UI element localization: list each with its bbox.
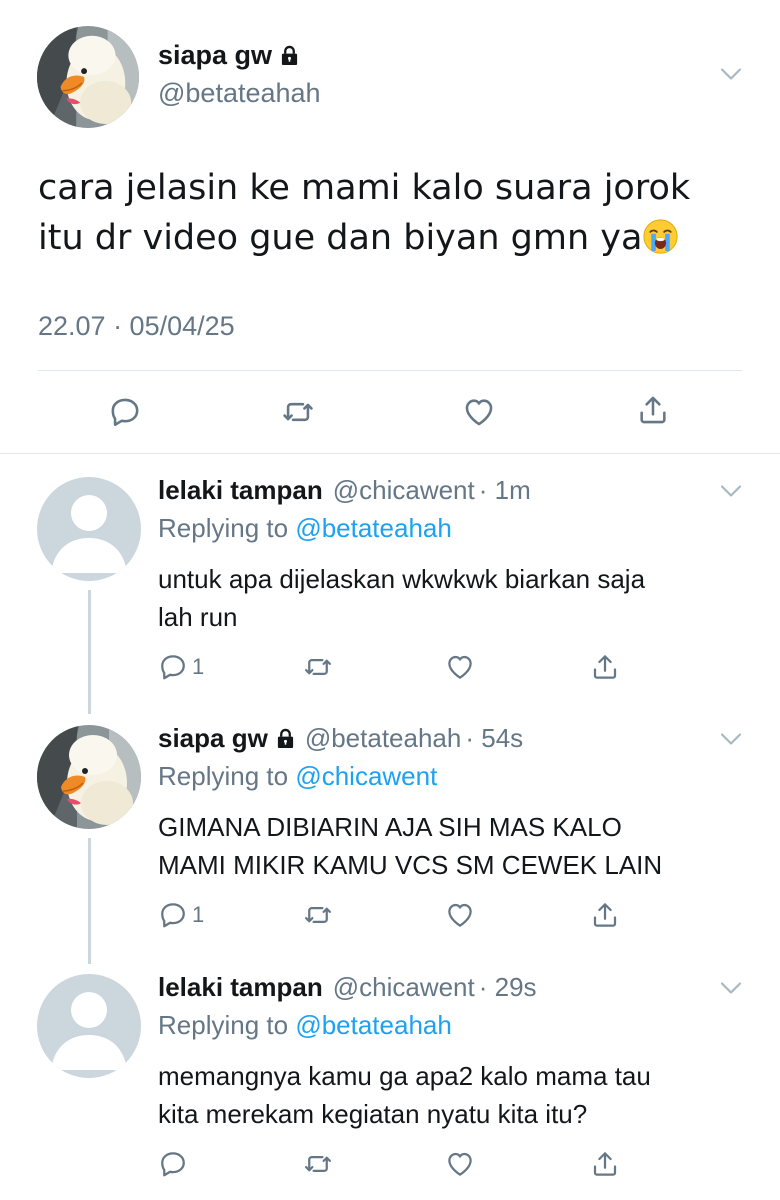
reply-text-line-1: untuk apa dijelaskan wkwkwk biarkan saja	[158, 564, 646, 594]
retweet-action[interactable]	[302, 1149, 334, 1179]
chevron-down-icon[interactable]	[720, 484, 742, 498]
lock-icon	[276, 728, 295, 749]
reply-count: 1	[192, 654, 205, 679]
lock-icon	[280, 45, 299, 66]
retweet-icon[interactable]	[302, 1149, 334, 1179]
reply-icon[interactable]	[158, 900, 188, 930]
action-bar: 1	[158, 900, 628, 932]
action-bar: 1	[158, 652, 628, 684]
like-icon[interactable]	[445, 1149, 475, 1179]
avatar[interactable]	[37, 26, 139, 128]
replying-to: Replying to @betateahah	[158, 1010, 452, 1041]
retweet-icon[interactable]	[302, 900, 334, 930]
replying-to: Replying to @chicawent	[158, 761, 437, 792]
share-action[interactable]	[590, 900, 620, 930]
mention-link[interactable]: @chicawent	[295, 761, 437, 791]
handle[interactable]: @chicawent	[333, 475, 475, 506]
divider	[0, 453, 780, 454]
tweet-text-line-2: itu dr video gue dan biyan gmn ya	[38, 218, 643, 258]
replying-to-label: Replying to	[158, 761, 289, 791]
chevron-down-icon[interactable]	[720, 67, 742, 81]
reply-header: lelaki tampan @chicawent · 1m	[158, 475, 531, 506]
thread-connector	[88, 838, 91, 964]
reply-icon[interactable]	[158, 652, 188, 682]
reply-action[interactable]: 1	[158, 900, 204, 930]
default-avatar-icon	[37, 974, 141, 1078]
reply-text-line-1: GIMANA DIBIARIN AJA SIH MAS KALO	[158, 812, 622, 842]
handle[interactable]: @betateahah	[305, 723, 462, 754]
retweet-icon[interactable]	[302, 652, 334, 682]
handle[interactable]: @chicawent	[333, 972, 475, 1003]
display-name[interactable]: siapa gw	[158, 723, 268, 754]
chevron-down-icon[interactable]	[720, 981, 742, 995]
action-bar	[158, 1149, 628, 1181]
duck-avatar-image	[37, 26, 139, 128]
share-action[interactable]	[590, 1149, 620, 1179]
like-action[interactable]	[445, 652, 475, 682]
avatar[interactable]	[37, 477, 141, 581]
like-action[interactable]	[445, 1149, 475, 1179]
share-icon[interactable]	[590, 652, 620, 682]
replying-to-label: Replying to	[158, 1010, 289, 1040]
mention-link[interactable]: @betateahah	[295, 513, 452, 543]
like-icon[interactable]	[445, 652, 475, 682]
replying-to: Replying to @betateahah	[158, 513, 452, 544]
loudly-crying-face-emoji-icon	[642, 218, 679, 255]
default-avatar-icon	[37, 477, 141, 581]
relative-time[interactable]: · 54s	[465, 723, 523, 754]
author-name[interactable]: siapa gw	[158, 40, 299, 71]
author-handle[interactable]: @betateahah	[158, 78, 321, 109]
reply-text: untuk apa dijelaskan wkwkwk biarkan saja…	[158, 560, 748, 636]
display-name[interactable]: lelaki tampan	[158, 475, 323, 506]
share-action[interactable]	[590, 652, 620, 682]
reply-text-line-2: lah run	[158, 602, 238, 632]
reply-header: siapa gw @betateahah · 54s	[158, 723, 523, 754]
reply-text: GIMANA DIBIARIN AJA SIH MAS KALO MAMI MI…	[158, 808, 748, 884]
like-icon[interactable]	[445, 900, 475, 930]
replying-to-label: Replying to	[158, 513, 289, 543]
share-icon[interactable]	[636, 393, 670, 427]
duck-avatar-image	[37, 725, 141, 829]
divider	[38, 370, 742, 371]
chevron-down-icon[interactable]	[720, 732, 742, 746]
reply-icon[interactable]	[158, 1149, 188, 1179]
reply-icon[interactable]	[108, 395, 142, 429]
relative-time[interactable]: · 1m	[479, 475, 531, 506]
tweet-text-line-1: cara jelasin ke mami kalo suara jorok	[38, 168, 691, 208]
reply-header: lelaki tampan @chicawent · 29s	[158, 972, 537, 1003]
reply-text: memangnya kamu ga apa2 kalo mama tau kit…	[158, 1057, 748, 1133]
retweet-action[interactable]	[302, 652, 334, 682]
reply-text-line-2: kita merekam kegiatan nyatu kita itu?	[158, 1099, 588, 1129]
display-name[interactable]: lelaki tampan	[158, 972, 323, 1003]
reply-text-line-1: memangnya kamu ga apa2 kalo mama tau	[158, 1061, 651, 1091]
mention-link[interactable]: @betateahah	[295, 1010, 452, 1040]
thread-connector	[88, 590, 91, 714]
tweet-text: cara jelasin ke mami kalo suara jorok it…	[38, 163, 738, 263]
tweet-timestamp[interactable]: 22.07 · 05/04/25	[38, 311, 235, 342]
like-icon[interactable]	[462, 395, 496, 429]
relative-time[interactable]: · 29s	[479, 972, 537, 1003]
retweet-icon[interactable]	[281, 395, 315, 429]
reply-action[interactable]: 1	[158, 652, 204, 682]
share-icon[interactable]	[590, 900, 620, 930]
avatar[interactable]	[37, 974, 141, 1078]
reply-text-line-2: MAMI MIKIR KAMU VCS SM CEWEK LAIN	[158, 850, 663, 880]
share-icon[interactable]	[590, 1149, 620, 1179]
reply-action[interactable]	[158, 1149, 188, 1179]
reply-count: 1	[192, 902, 205, 927]
like-action[interactable]	[445, 900, 475, 930]
avatar[interactable]	[37, 725, 141, 829]
display-name: siapa gw	[158, 40, 273, 70]
retweet-action[interactable]	[302, 900, 334, 930]
